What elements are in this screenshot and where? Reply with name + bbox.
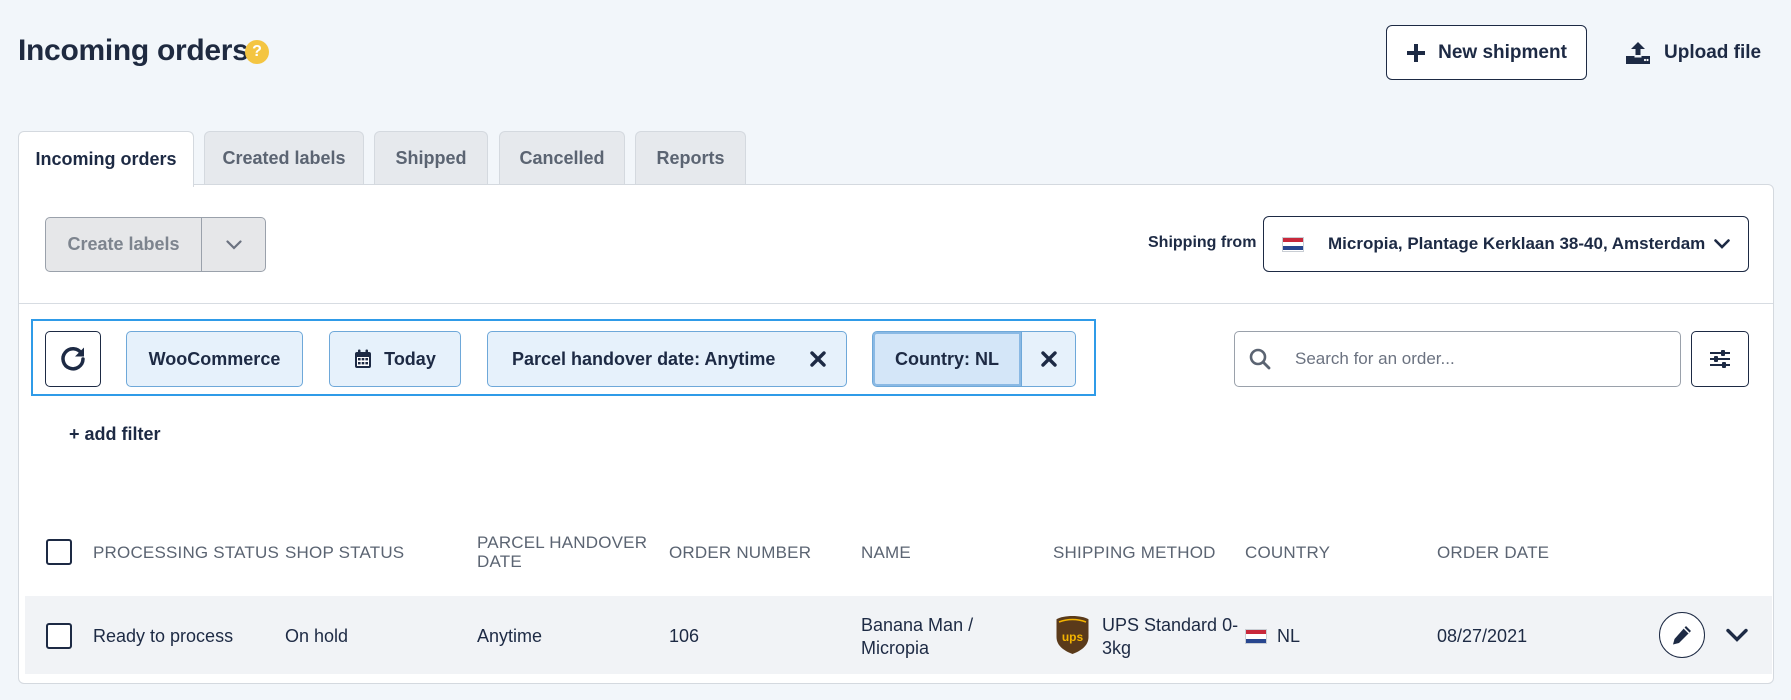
name-line: Micropia xyxy=(861,638,930,658)
help-icon[interactable]: ? xyxy=(245,40,269,64)
row-checkbox[interactable] xyxy=(46,623,72,649)
search-input[interactable] xyxy=(1295,349,1655,369)
parcel-handover-date-cell: Anytime xyxy=(477,626,543,646)
tab-created-labels[interactable]: Created labels xyxy=(204,131,364,185)
processing-status-cell: Ready to process xyxy=(93,626,234,646)
toolbar-divider xyxy=(19,303,1773,304)
shipping-from-label: Shipping from xyxy=(1148,234,1257,251)
plus-icon xyxy=(1407,43,1426,62)
chevron-down-icon xyxy=(1714,239,1730,249)
column-header-order-number[interactable]: ORDER NUMBER xyxy=(669,543,811,563)
shipping-method-line: 3kg xyxy=(1102,638,1132,658)
pencil-icon xyxy=(1673,626,1691,645)
new-shipment-button[interactable]: New shipment xyxy=(1386,25,1587,80)
chevron-down-icon xyxy=(225,239,242,250)
close-icon xyxy=(810,351,826,367)
ups-logo-icon: ups xyxy=(1056,616,1089,654)
column-header-shipping-method[interactable]: SHIPPING METHOD xyxy=(1053,543,1216,563)
chevron-down-icon xyxy=(1726,628,1748,642)
close-icon xyxy=(1040,351,1057,367)
create-labels-dropdown-toggle[interactable] xyxy=(202,218,265,271)
sliders-icon xyxy=(1710,350,1730,368)
filter-chip-label: Parcel handover date: Anytime xyxy=(512,348,776,369)
column-settings-button[interactable] xyxy=(1691,331,1749,387)
select-all-checkbox[interactable] xyxy=(46,539,72,565)
filter-chip-label: Country: NL xyxy=(895,348,999,369)
upload-icon xyxy=(1626,41,1650,64)
column-header-line: DATE xyxy=(477,552,522,571)
column-header-shop-status[interactable]: SHOP STATUS xyxy=(285,543,404,563)
upload-file-label: Upload file xyxy=(1664,41,1762,63)
search-icon xyxy=(1249,348,1271,370)
page-title: Incoming orders xyxy=(18,34,249,67)
name-line: Banana Man / xyxy=(861,615,974,635)
netherlands-flag-icon xyxy=(1245,629,1267,644)
column-header-country[interactable]: COUNTRY xyxy=(1245,543,1330,563)
remove-filter-button[interactable] xyxy=(790,332,846,386)
refresh-button[interactable] xyxy=(45,331,101,387)
upload-file-button[interactable]: Upload file xyxy=(1618,25,1778,80)
column-header-parcel-handover-date[interactable]: PARCEL HANDOVER DATE xyxy=(477,533,647,571)
filter-chip-parcel-handover-date[interactable]: Parcel handover date: Anytime xyxy=(487,331,847,387)
filter-chip-country[interactable]: Country: NL xyxy=(872,331,1023,387)
order-number-cell: 106 xyxy=(669,626,700,646)
expand-row-button[interactable] xyxy=(1722,620,1752,650)
name-cell: Banana Man / Micropia xyxy=(861,614,973,660)
shipping-method-cell: UPS Standard 0- 3kg xyxy=(1102,614,1238,660)
create-labels-split-button: Create labels xyxy=(45,217,266,272)
country-code: NL xyxy=(1277,626,1301,646)
shipping-from-select[interactable]: Micropia, Plantage Kerklaan 38-40, Amste… xyxy=(1263,216,1749,272)
column-header-order-date[interactable]: ORDER DATE xyxy=(1437,543,1549,563)
country-cell: NL xyxy=(1245,626,1300,647)
column-header-processing-status[interactable]: PROCESSING STATUS xyxy=(93,543,279,563)
calendar-icon xyxy=(355,349,372,368)
filter-chip-label: Today xyxy=(384,348,436,369)
edit-order-button[interactable] xyxy=(1659,612,1705,658)
shipping-method-line: UPS Standard 0- xyxy=(1102,615,1239,635)
filter-chip-label: WooCommerce xyxy=(148,348,281,369)
netherlands-flag-icon xyxy=(1282,236,1304,252)
order-date-cell: 08/27/2021 xyxy=(1437,626,1528,646)
create-labels-button[interactable]: Create labels xyxy=(46,218,202,271)
tab-shipped[interactable]: Shipped xyxy=(374,131,488,185)
new-shipment-label: New shipment xyxy=(1438,41,1567,63)
column-header-line: PARCEL HANDOVER xyxy=(477,533,648,552)
shipping-from-value: Micropia, Plantage Kerklaan 38-40, Amste… xyxy=(1328,234,1706,253)
filter-chip-today[interactable]: Today xyxy=(329,331,461,387)
refresh-icon xyxy=(61,347,85,371)
column-header-name[interactable]: NAME xyxy=(861,543,911,563)
shop-status-cell: On hold xyxy=(285,626,349,646)
filter-chip-woocommerce[interactable]: WooCommerce xyxy=(126,331,303,387)
add-filter-link[interactable]: + add filter xyxy=(69,424,161,445)
ups-logo-text: ups xyxy=(1062,630,1084,644)
tab-cancelled[interactable]: Cancelled xyxy=(499,131,625,185)
tab-incoming-orders[interactable]: Incoming orders xyxy=(18,131,194,187)
remove-filter-button[interactable] xyxy=(1022,331,1076,387)
tab-reports[interactable]: Reports xyxy=(635,131,746,185)
order-search xyxy=(1234,331,1681,387)
